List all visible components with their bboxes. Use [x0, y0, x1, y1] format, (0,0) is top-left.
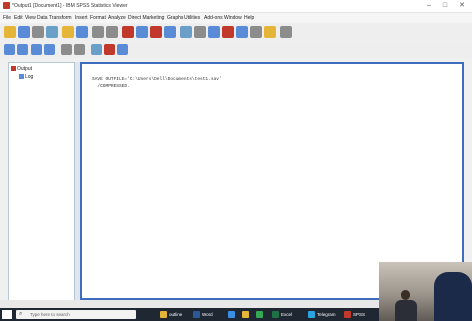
outline-pane: Output Log	[8, 62, 75, 302]
insert-text-icon[interactable]	[117, 44, 128, 55]
menu-window[interactable]: Window	[224, 13, 242, 23]
insert-title-icon[interactable]	[104, 44, 115, 55]
promote-icon[interactable]	[4, 44, 15, 55]
browser-icon	[228, 311, 235, 319]
taskbar-app-spss[interactable]: SPSS	[344, 310, 365, 319]
spss-app-icon	[3, 2, 10, 9]
menu-bar: File Edit View Data Transform Insert For…	[0, 13, 472, 23]
insert-heading-icon[interactable]	[91, 44, 102, 55]
print-preview-icon[interactable]	[46, 26, 58, 38]
show-icon[interactable]	[61, 44, 72, 55]
outline-log-label: Log	[25, 74, 34, 80]
value-labels-icon[interactable]	[250, 26, 262, 38]
log-icon	[19, 74, 24, 80]
use-sets-icon[interactable]	[264, 26, 276, 38]
maximize-button[interactable]: □	[437, 0, 453, 12]
collapse-icon[interactable]	[44, 44, 55, 55]
title-bar: *Output1 [Document1] - IBM SPSS Statisti…	[0, 0, 472, 13]
expand-icon[interactable]	[31, 44, 42, 55]
webcam-overlay	[379, 262, 472, 321]
webcam-person-body	[395, 300, 417, 321]
menu-add-ons[interactable]: Add-ons	[204, 13, 223, 23]
excel-icon	[272, 311, 279, 319]
taskbar-app-word[interactable]: Word	[193, 310, 213, 319]
chrome-icon	[256, 311, 263, 319]
select-cases-icon[interactable]	[236, 26, 248, 38]
taskbar-app-files[interactable]	[242, 310, 251, 319]
menu-insert[interactable]: Insert	[75, 13, 88, 23]
variables-icon[interactable]	[150, 26, 162, 38]
taskbar-app-chrome[interactable]	[256, 310, 265, 319]
taskbar-app-outline[interactable]: outline	[160, 310, 182, 319]
menu-file[interactable]: File	[3, 13, 11, 23]
demote-icon[interactable]	[17, 44, 28, 55]
menu-graphs[interactable]: Graphs	[167, 13, 183, 23]
minimize-button[interactable]: –	[421, 0, 437, 12]
menu-view[interactable]: View	[25, 13, 36, 23]
taskbar-app-edge[interactable]	[228, 310, 237, 319]
show-all-icon[interactable]	[280, 26, 292, 38]
spss-icon	[344, 311, 351, 319]
find-icon[interactable]	[194, 26, 206, 38]
save-icon[interactable]	[18, 26, 30, 38]
webcam-person-right	[434, 272, 472, 321]
word-icon	[193, 311, 200, 319]
run-descriptives-icon[interactable]	[180, 26, 192, 38]
taskbar-app-telegram[interactable]: Telegram	[308, 310, 336, 319]
menu-data[interactable]: Data	[37, 13, 48, 23]
open-icon[interactable]	[4, 26, 16, 38]
undo-icon[interactable]	[92, 26, 104, 38]
goto-case-icon[interactable]	[122, 26, 134, 38]
menu-help[interactable]: Help	[244, 13, 254, 23]
menu-edit[interactable]: Edit	[14, 13, 23, 23]
search-icon: ⌕	[19, 311, 23, 317]
close-button[interactable]: ✕	[454, 0, 470, 12]
folder-icon	[242, 311, 249, 319]
app-icon	[160, 311, 167, 319]
main-toolbar	[0, 24, 472, 41]
outline-root-label: Output	[17, 66, 33, 72]
data-editor-icon[interactable]	[164, 26, 176, 38]
output-toolbar	[0, 42, 472, 58]
syntax-line-1: SAVE OUTFILE='C:\Users\Dell\Documents\te…	[92, 77, 222, 82]
weight-cases-icon[interactable]	[222, 26, 234, 38]
taskbar-app-excel[interactable]: Excel	[272, 310, 292, 319]
window-title: *Output1 [Document1] - IBM SPSS Statisti…	[12, 3, 128, 9]
goto-variable-icon[interactable]	[136, 26, 148, 38]
print-icon[interactable]	[32, 26, 44, 38]
menu-utilities[interactable]: Utilities	[184, 13, 200, 23]
outline-log-item[interactable]: Log	[19, 73, 74, 81]
syntax-line-2: /COMPRESSED.	[92, 84, 130, 89]
hide-icon[interactable]	[74, 44, 85, 55]
menu-direct-marketing[interactable]: Direct Marketing	[128, 13, 164, 23]
search-placeholder: Type here to search	[30, 312, 70, 317]
export-icon[interactable]	[62, 26, 74, 38]
telegram-icon	[308, 311, 315, 319]
webcam-person-head	[401, 290, 410, 300]
recall-dialog-icon[interactable]	[76, 26, 88, 38]
split-file-icon[interactable]	[208, 26, 220, 38]
output-folder-icon	[11, 66, 16, 72]
outline-root[interactable]: Output	[11, 65, 74, 73]
redo-icon[interactable]	[106, 26, 118, 38]
taskbar-search-box[interactable]: ⌕ Type here to search	[16, 310, 136, 319]
menu-analyze[interactable]: Analyze	[108, 13, 126, 23]
menu-transform[interactable]: Transform	[49, 13, 72, 23]
menu-format[interactable]: Format	[90, 13, 106, 23]
windows-start-icon[interactable]	[2, 310, 12, 319]
